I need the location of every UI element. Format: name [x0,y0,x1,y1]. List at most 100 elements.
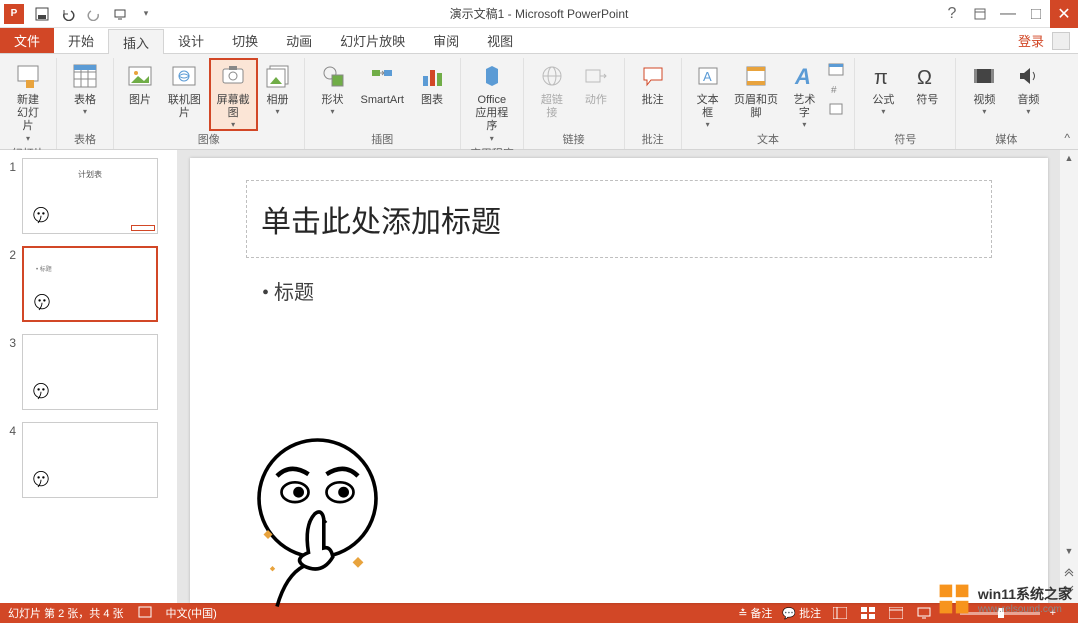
group-slides: 新建 幻灯片▾ 幻灯片 [0,58,57,149]
close-button[interactable]: ✕ [1050,0,1078,28]
scroll-down-icon[interactable]: ▼ [1061,543,1077,559]
qat-start-slideshow-icon[interactable] [108,2,132,26]
minimize-button[interactable]: — [994,0,1022,28]
textbox-icon: A [692,60,724,92]
qat-undo-icon[interactable] [56,2,80,26]
object-button[interactable] [826,100,846,118]
action-icon [580,60,612,92]
thumb-text: • 标题 [36,264,52,273]
slide-thumbnail-2[interactable]: • 标题 [22,246,158,322]
symbol-button[interactable]: Ω 符号 [905,58,949,109]
video-icon [968,60,1000,92]
slide-number-button[interactable]: # [826,80,846,98]
group-illustrations: 形状▾ SmartArt 图表 插图 [305,58,461,149]
collapse-ribbon-button[interactable]: ^ [1056,127,1078,149]
office-apps-button[interactable]: Office 应用程序▾ [467,58,517,145]
smartart-button[interactable]: SmartArt [355,58,410,109]
picture-button[interactable]: 图片 [120,58,160,109]
tab-view[interactable]: 视图 [473,28,527,53]
symbol-icon: Ω [911,60,943,92]
slide-canvas[interactable]: 单击此处添加标题 标题 [190,158,1048,603]
wordart-icon: A [788,60,820,92]
avatar-icon[interactable] [1052,32,1070,50]
group-label: 链接 [563,131,585,149]
audio-button[interactable]: 音频▾ [1006,58,1050,118]
tab-transitions[interactable]: 切换 [218,28,272,53]
slide-thumbnail-3[interactable] [22,334,158,410]
header-footer-icon [740,60,772,92]
smartart-icon [366,60,398,92]
wordart-button[interactable]: A 艺术字▾ [784,58,824,131]
login-link[interactable]: 登录 [1018,31,1044,50]
slide-panel[interactable]: 1 计划表 2 • 标题 3 4 [0,150,178,603]
slide-number: 4 [4,422,22,498]
qat-customize-icon[interactable]: ▾ [134,2,158,26]
table-button[interactable]: 表格▾ [63,58,107,118]
tab-design[interactable]: 设计 [164,28,218,53]
face-icon [29,469,53,493]
group-images: 图片 联机图片 屏幕截图▾ 相册▾ 图像 [114,58,305,149]
slide-editor: 单击此处添加标题 标题 [178,150,1060,603]
prev-slide-icon[interactable] [1061,563,1077,579]
spelling-icon[interactable] [138,606,152,621]
bullet-text[interactable]: 标题 [262,276,314,305]
app-icon: P [4,4,24,24]
tab-file[interactable]: 文件 [0,28,54,53]
comments-button[interactable]: 💬 批注 [782,605,821,621]
vertical-scrollbar[interactable]: ▲ ▼ [1060,150,1078,603]
header-footer-button[interactable]: 页眉和页脚 [728,58,785,122]
slideshow-view-icon[interactable] [915,606,933,620]
video-button[interactable]: 视频▾ [962,58,1006,118]
group-label: 符号 [894,131,916,149]
face-icon [30,292,54,316]
ribbon-display-button[interactable] [966,0,994,28]
new-slide-button[interactable]: 新建 幻灯片▾ [6,58,50,145]
ribbon: 新建 幻灯片▾ 幻灯片 表格▾ 表格 图片 联机图片 屏幕截 [0,54,1078,150]
slide-thumbnail-4[interactable] [22,422,158,498]
reading-view-icon[interactable] [887,606,905,620]
slide-counter: 幻灯片 第 2 张，共 4 张 [8,605,124,621]
qat-save-icon[interactable] [30,2,54,26]
group-media: 视频▾ 音频▾ 媒体 [956,58,1056,149]
language-status[interactable]: 中文(中国) [166,605,217,621]
equation-button[interactable]: π 公式▾ [861,58,905,118]
textbox-button[interactable]: A 文本框▾ [688,58,728,131]
group-label: 媒体 [995,131,1017,149]
screenshot-icon [217,60,249,92]
normal-view-icon[interactable] [831,606,849,620]
comment-icon [637,60,669,92]
album-icon [262,60,294,92]
album-button[interactable]: 相册▾ [258,58,298,118]
watermark-url: www.relsound.com [978,604,1072,615]
svg-text:A: A [794,64,811,89]
face-icon [29,205,53,229]
tab-insert[interactable]: 插入 [108,29,164,54]
maximize-button[interactable] [1022,0,1050,28]
tab-home[interactable]: 开始 [54,28,108,53]
scroll-up-icon[interactable]: ▲ [1061,150,1077,166]
date-time-button[interactable] [826,60,846,78]
tab-slideshow[interactable]: 幻灯片放映 [326,28,419,53]
screenshot-button[interactable]: 屏幕截图▾ [209,58,258,131]
chart-button[interactable]: 图表 [410,58,454,109]
sorter-view-icon[interactable] [859,606,877,620]
slide-thumbnail-1[interactable]: 计划表 [22,158,158,234]
notes-button[interactable]: ≛ 备注 [738,605,772,621]
qat-redo-icon[interactable] [82,2,106,26]
thumb-marker [131,225,155,231]
face-icon [29,381,53,405]
shapes-icon [317,60,349,92]
group-symbols: π 公式▾ Ω 符号 符号 [855,58,956,149]
online-picture-button[interactable]: 联机图片 [160,58,209,122]
comment-button[interactable]: 批注 [631,58,675,109]
tab-animations[interactable]: 动画 [272,28,326,53]
help-button[interactable]: ? [938,0,966,28]
shapes-button[interactable]: 形状▾ [311,58,355,118]
svg-text:π: π [874,67,888,89]
group-text: A 文本框▾ 页眉和页脚 A 艺术字▾ # 文本 [682,58,856,149]
tab-review[interactable]: 审阅 [419,28,473,53]
office-apps-icon [476,60,508,92]
title-placeholder[interactable]: 单击此处添加标题 [246,180,992,258]
face-image[interactable] [218,431,408,611]
slide-number: 3 [4,334,22,410]
